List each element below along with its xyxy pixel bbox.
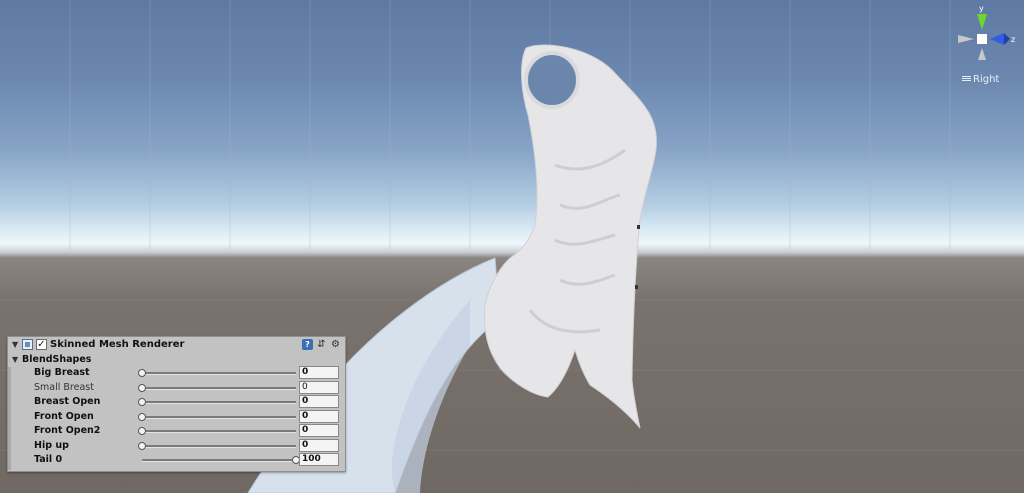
blendshape-slider-thumb[interactable] xyxy=(138,383,146,392)
blendshape-row: Front Open2 0 xyxy=(8,424,345,438)
blendshape-label: Big Breast xyxy=(34,367,90,378)
blendshape-row: Big Breast 0 xyxy=(8,366,345,380)
blendshape-slider-track[interactable] xyxy=(142,386,296,390)
gizmo-center-cube xyxy=(977,34,987,44)
axis-y-label: y xyxy=(979,4,984,13)
blendshapes-label[interactable]: BlendShapes xyxy=(22,354,91,365)
blendshape-row: Hip up 0 xyxy=(8,438,345,453)
blendshape-label: Hip up xyxy=(34,439,69,451)
blendshape-label: Front Open xyxy=(34,410,94,422)
blendshape-value-field[interactable]: 100 xyxy=(299,453,339,466)
blendshape-slider-thumb[interactable] xyxy=(138,441,146,450)
blendshape-value-field[interactable]: 0 xyxy=(299,366,339,379)
blendshape-row: Front Open 0 xyxy=(8,409,345,424)
component-header[interactable]: ▼ ✓ Skinned Mesh Renderer ? ⇵ ⚙ xyxy=(8,337,345,353)
blendshape-label: Small Breast xyxy=(34,381,94,393)
blendshape-value-field[interactable]: 0 xyxy=(299,424,339,437)
blendshape-row: Tail 0 100 xyxy=(8,453,345,467)
mesh-renderer-icon xyxy=(22,339,33,350)
blendshape-slider-thumb[interactable] xyxy=(138,369,146,377)
skinned-mesh-renderer-panel: ▼ ✓ Skinned Mesh Renderer ? ⇵ ⚙ ▼ BlendS… xyxy=(7,336,346,472)
blendshape-slider-thumb[interactable] xyxy=(138,427,146,435)
axis-z-cone xyxy=(990,33,1004,45)
axis-y-cone xyxy=(977,14,987,30)
blendshape-slider-track[interactable] xyxy=(142,415,296,419)
help-icon[interactable]: ? xyxy=(302,339,313,350)
foldout-arrow-icon[interactable]: ▼ xyxy=(12,340,18,349)
blendshape-slider-track[interactable] xyxy=(142,444,296,448)
blendshape-row: Breast Open 0 xyxy=(8,395,345,409)
blendshape-slider-track[interactable] xyxy=(142,430,296,433)
blendshape-label: Front Open2 xyxy=(34,425,101,436)
blendshape-slider-thumb[interactable] xyxy=(138,412,146,421)
blendshape-value-field[interactable]: 0 xyxy=(299,409,339,423)
preset-icon[interactable]: ⇵ xyxy=(316,339,327,350)
blendshape-value-field[interactable]: 0 xyxy=(299,395,339,408)
axis-z-label: z xyxy=(1011,35,1015,44)
torso xyxy=(484,44,658,429)
blendshape-slider-track[interactable] xyxy=(142,372,296,375)
neck-opening xyxy=(524,51,580,109)
blendshape-value-field[interactable]: 0 xyxy=(299,380,339,394)
blendshape-row: Small Breast 0 xyxy=(8,380,345,395)
view-orientation-label[interactable]: Right xyxy=(962,74,999,85)
enabled-checkbox[interactable]: ✓ xyxy=(36,339,47,350)
axis-neg-y-cone xyxy=(978,48,986,60)
axis-neg-x-cone xyxy=(958,35,974,43)
blendshape-slider-track[interactable] xyxy=(142,459,296,462)
blendshape-slider-thumb[interactable] xyxy=(138,398,146,406)
blendshape-label: Breast Open xyxy=(34,396,101,407)
blendshape-label: Tail 0 xyxy=(34,454,63,465)
blendshape-value-field[interactable]: 0 xyxy=(299,438,339,452)
blendshape-slider-track[interactable] xyxy=(142,401,296,404)
component-title: Skinned Mesh Renderer xyxy=(50,339,185,350)
settings-gear-icon[interactable]: ⚙ xyxy=(330,339,341,350)
blendshapes-foldout-icon[interactable]: ▼ xyxy=(12,355,18,364)
menu-lines-icon xyxy=(962,76,971,81)
